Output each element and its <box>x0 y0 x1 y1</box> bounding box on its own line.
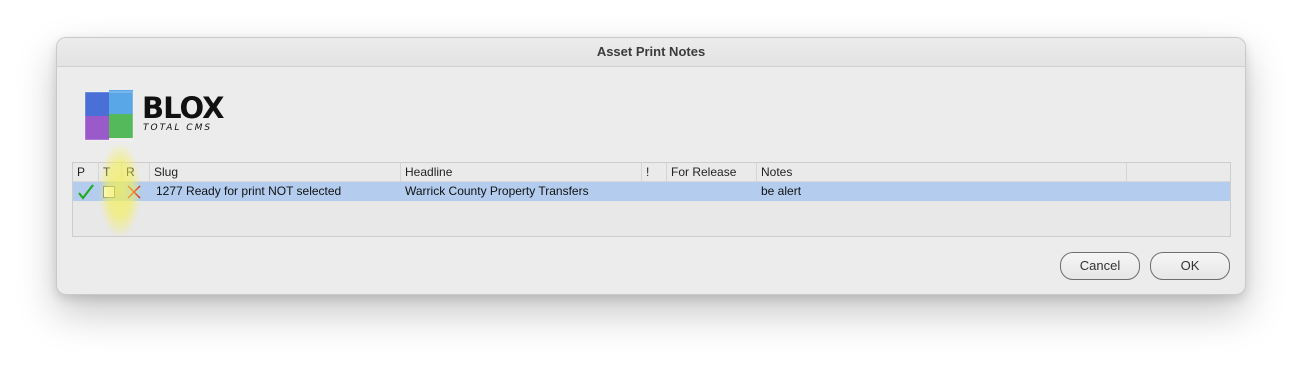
table-row[interactable]: 1277 Ready for print NOT selected Warric… <box>73 182 1230 201</box>
cancel-button[interactable]: Cancel <box>1060 252 1140 280</box>
cell-for-release <box>667 182 757 201</box>
ok-button[interactable]: OK <box>1150 252 1230 280</box>
col-header-p[interactable]: P <box>73 163 99 181</box>
col-header-priority[interactable]: ! <box>642 163 667 181</box>
col-header-slug[interactable]: Slug <box>150 163 401 181</box>
blox-logo: BLOX TOTAL CMS <box>83 88 225 144</box>
logo-subtitle: TOTAL CMS <box>143 123 213 133</box>
asset-print-notes-dialog: Asset Print Notes BLOX TOTAL CMS P T R S… <box>56 37 1246 295</box>
checkbox-icon[interactable] <box>103 186 115 198</box>
blox-cube-icon <box>84 90 134 141</box>
dialog-title: Asset Print Notes <box>57 38 1245 67</box>
cell-r[interactable] <box>122 182 150 201</box>
col-header-notes[interactable]: Notes <box>757 163 1127 181</box>
table-header: P T R Slug Headline ! For Release Notes <box>73 163 1230 182</box>
cell-priority <box>642 182 667 201</box>
assets-table: P T R Slug Headline ! For Release Notes <box>72 162 1231 237</box>
cell-t[interactable] <box>99 182 122 201</box>
cell-slug: 1277 Ready for print NOT selected <box>156 184 342 198</box>
red-x-icon[interactable] <box>126 184 142 200</box>
green-check-icon[interactable] <box>77 184 95 200</box>
col-header-t[interactable]: T <box>99 163 122 181</box>
col-header-r[interactable]: R <box>122 163 150 181</box>
cell-p[interactable] <box>73 182 99 201</box>
col-header-for-release[interactable]: For Release <box>667 163 757 181</box>
cell-notes: be alert <box>761 184 802 198</box>
logo-wordmark: BLOX <box>142 91 225 125</box>
col-header-headline[interactable]: Headline <box>401 163 642 181</box>
cell-headline: Warrick County Property Transfers <box>405 184 589 198</box>
